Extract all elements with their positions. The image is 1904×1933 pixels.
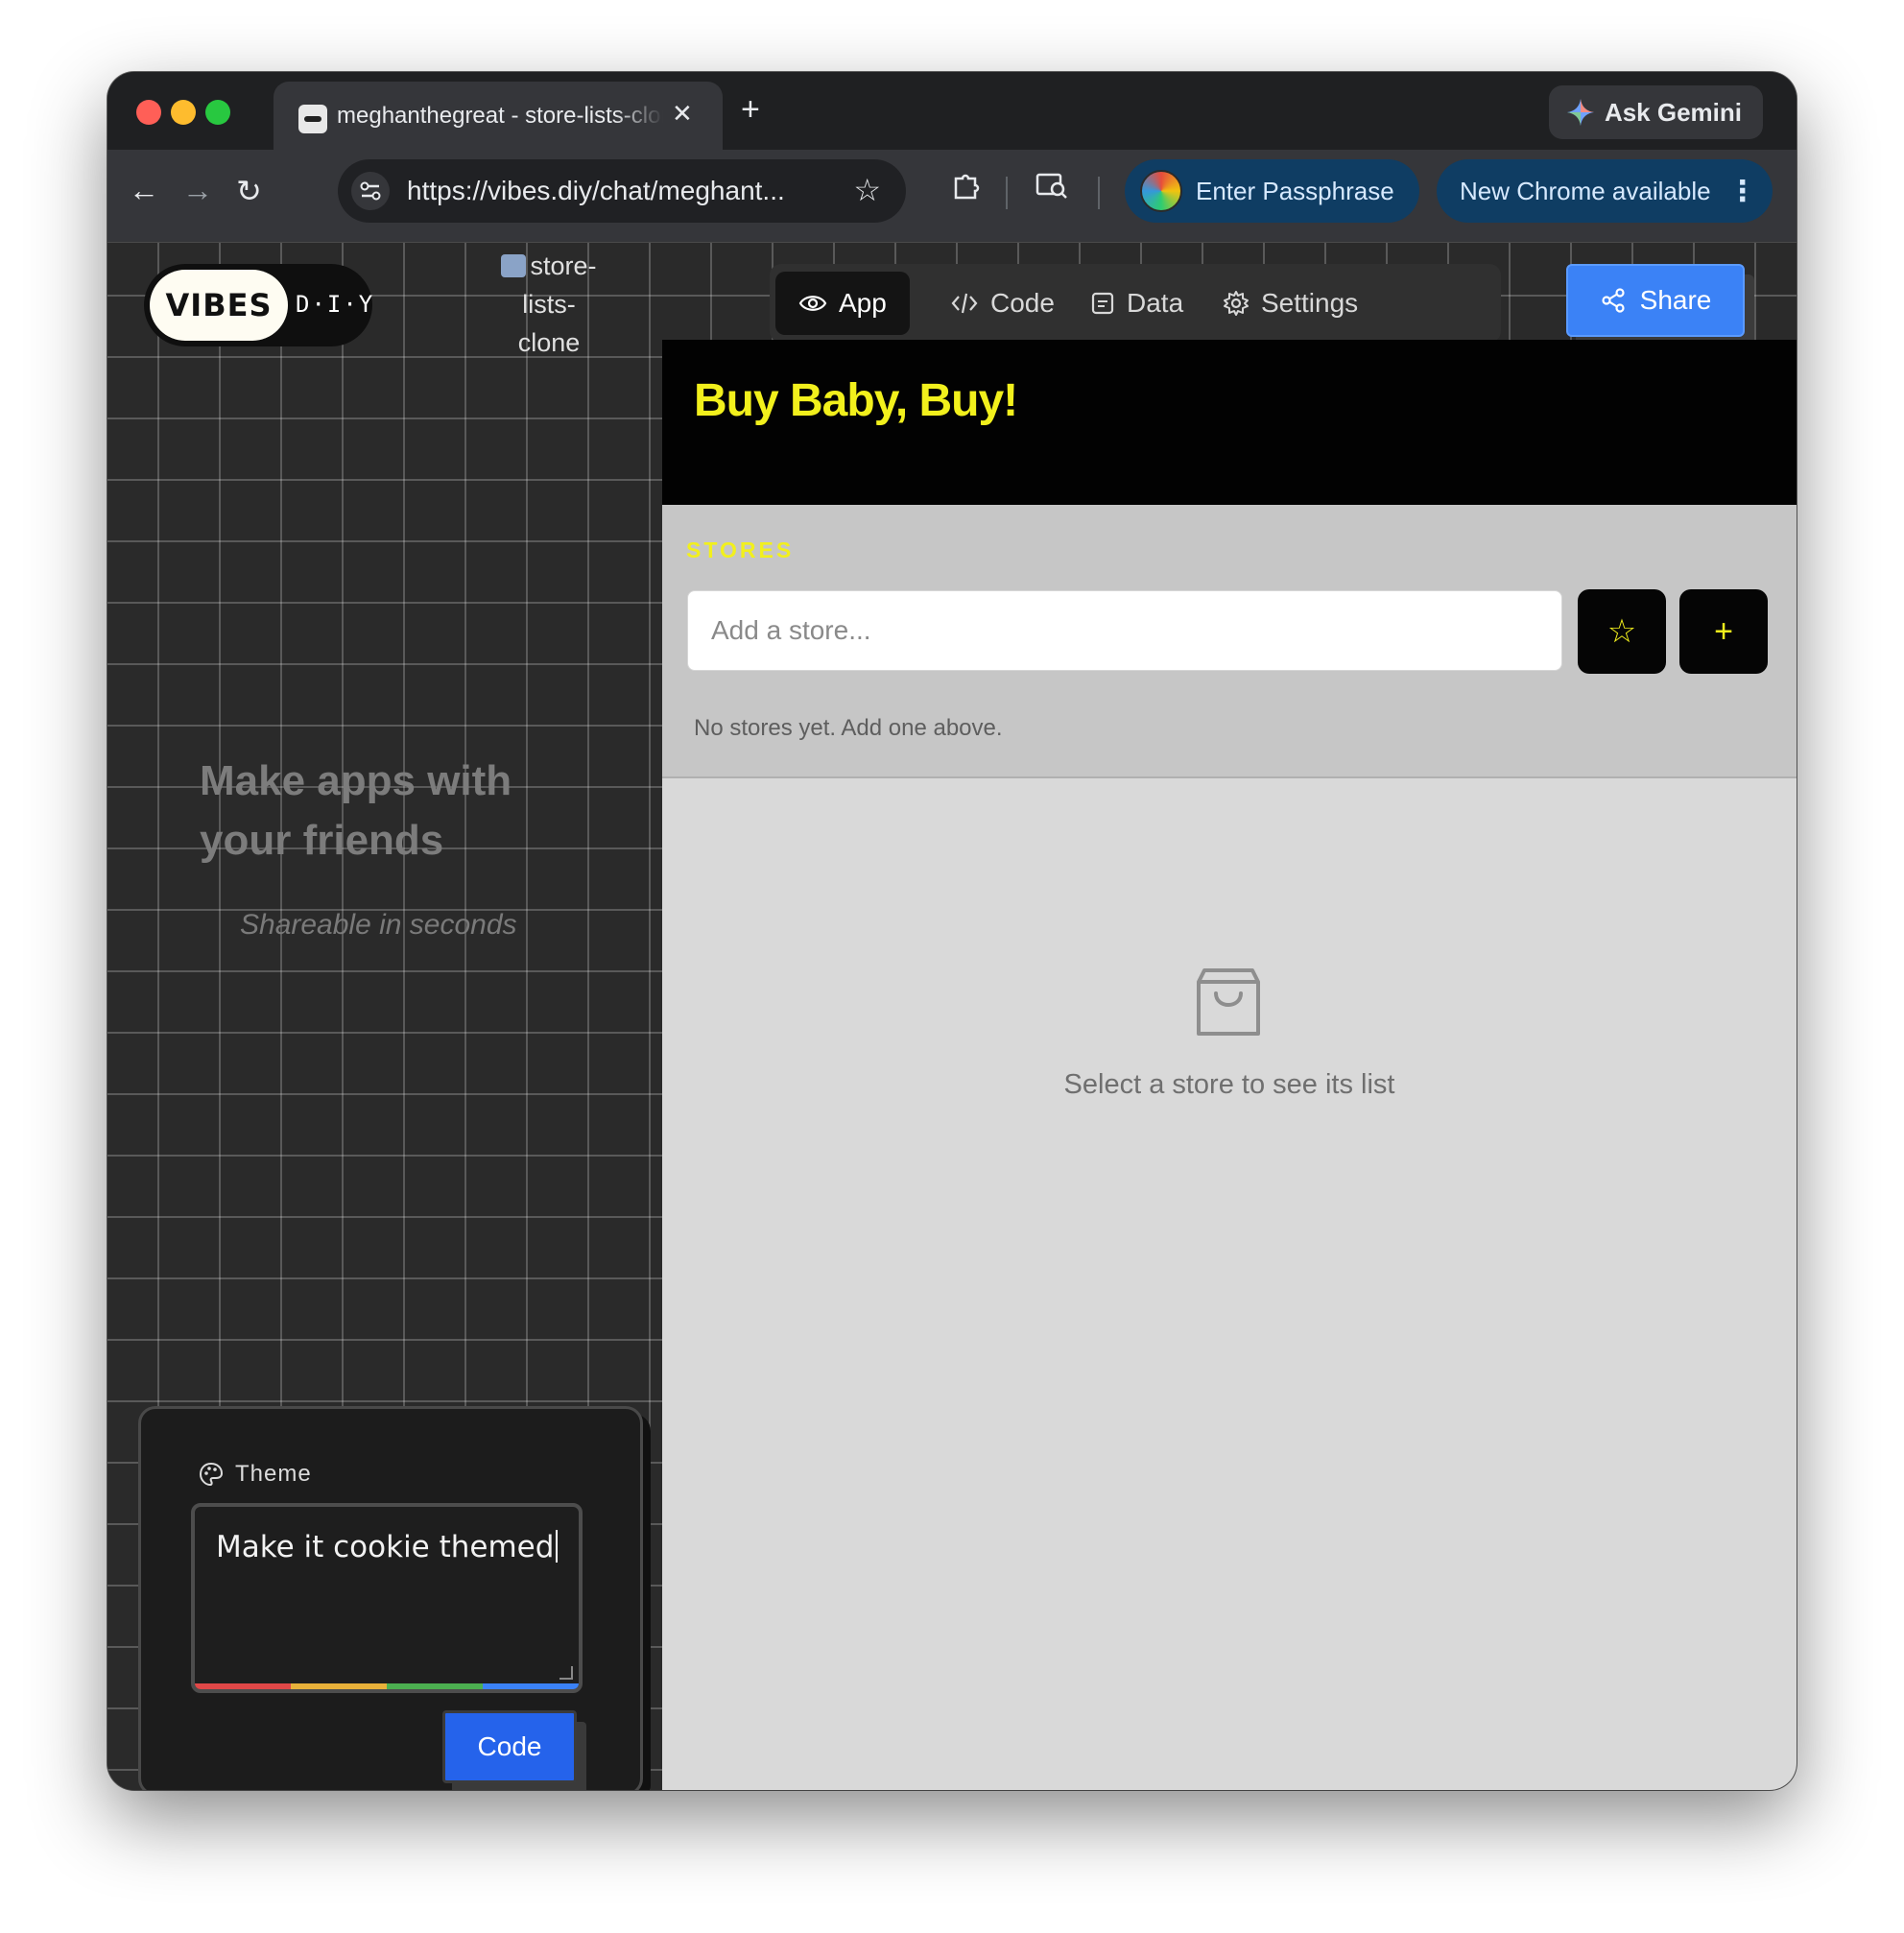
theme-panel: Theme Make it cookie themed Code <box>138 1406 643 1790</box>
browser-toolbar: ← → ↻ https://vibes.diy/chat/meghant... … <box>107 150 1797 243</box>
share-button[interactable]: Share <box>1566 264 1745 337</box>
app-title: Buy Baby, Buy! <box>694 375 1018 426</box>
tab-code-label: Code <box>990 288 1055 318</box>
favorite-star-button[interactable]: ☆ <box>1578 589 1666 674</box>
hero-subtitle: Shareable in seconds <box>240 909 517 941</box>
browser-tab[interactable]: meghanthegreat - store-lists-clone ✕ <box>274 82 723 150</box>
app-header: Buy Baby, Buy! <box>662 340 1797 505</box>
enter-passphrase-button[interactable]: Enter Passphrase <box>1125 159 1419 223</box>
rainbow-underline <box>195 1683 579 1689</box>
palette-icon <box>199 1462 224 1487</box>
stores-section: STORES Add a store... ☆ + No stores yet.… <box>662 505 1797 778</box>
extensions-icon[interactable] <box>950 169 983 209</box>
gear-icon <box>1224 291 1249 316</box>
ask-gemini-button[interactable]: Ask Gemini <box>1548 85 1763 139</box>
tab-search-icon[interactable] <box>1035 169 1069 209</box>
app-preview: Buy Baby, Buy! STORES Add a store... ☆ +… <box>662 340 1797 1790</box>
code-button[interactable]: Code <box>442 1710 577 1783</box>
enter-passphrase-label: Enter Passphrase <box>1196 176 1394 205</box>
theme-textarea[interactable]: Make it cookie themed <box>191 1503 583 1693</box>
code-icon <box>951 293 978 314</box>
reload-icon[interactable]: ↻ <box>236 173 262 209</box>
empty-stores-message: No stores yet. Add one above. <box>694 715 1003 741</box>
more-menu-icon[interactable]: ⋮ <box>1728 175 1757 208</box>
tab-settings[interactable]: Settings <box>1200 272 1381 335</box>
tab-favicon-icon <box>298 105 327 133</box>
resize-handle-icon[interactable] <box>559 1666 573 1680</box>
add-store-input[interactable]: Add a store... <box>687 590 1562 671</box>
tab-data[interactable]: Data <box>1067 272 1206 335</box>
theme-value: Make it cookie themed <box>216 1530 555 1564</box>
address-bar[interactable]: https://vibes.diy/chat/meghant... ☆ <box>338 159 906 223</box>
back-arrow-icon[interactable]: ← <box>129 173 159 208</box>
vibes-logo[interactable]: VIBES D·I·Y <box>144 264 372 346</box>
tab-app[interactable]: App <box>775 272 910 335</box>
tab-title: meghanthegreat - store-lists-clone <box>337 103 663 129</box>
maximize-window-button[interactable] <box>205 100 230 125</box>
toolbar-divider <box>1098 177 1100 209</box>
shuffle-icon <box>501 254 527 277</box>
bookmark-star-icon[interactable]: ☆ <box>853 172 881 208</box>
site-settings-icon[interactable] <box>351 172 390 210</box>
theme-text: Make it cookie themed <box>216 1530 559 1564</box>
data-icon <box>1091 292 1114 315</box>
view-tabs: App Code Data Settings <box>770 264 1501 343</box>
theme-label: Theme <box>199 1461 312 1488</box>
gemini-icon <box>1566 99 1594 126</box>
text-caret <box>556 1530 559 1563</box>
shopping-bag-icon <box>1197 968 1260 1036</box>
tab-app-label: App <box>839 288 887 318</box>
new-chrome-available-button[interactable]: New Chrome available ⋮ <box>1437 159 1773 223</box>
tab-data-label: Data <box>1127 288 1184 318</box>
eye-icon <box>798 296 827 311</box>
new-chrome-label: New Chrome available <box>1460 176 1711 205</box>
tab-code[interactable]: Code <box>927 272 1078 335</box>
hero-title: Make apps with your friends <box>200 757 512 864</box>
stores-heading: STORES <box>686 537 795 562</box>
tab-close-icon[interactable]: ✕ <box>672 99 693 129</box>
browser-window: meghanthegreat - store-lists-clone ✕ + A… <box>107 72 1797 1790</box>
new-tab-button[interactable]: + <box>741 91 760 129</box>
select-store-message: Select a store to see its list <box>1063 1069 1395 1100</box>
toolbar-divider <box>1006 177 1008 209</box>
close-window-button[interactable] <box>136 100 161 125</box>
url-text: https://vibes.diy/chat/meghant... <box>407 176 785 205</box>
project-title-text: store-lists-clone <box>517 251 597 357</box>
vibes-page: VIBES D·I·Y store-lists-clone App Code D… <box>107 243 1797 1790</box>
tab-settings-label: Settings <box>1261 288 1359 318</box>
minimize-window-button[interactable] <box>171 100 196 125</box>
theme-label-text: Theme <box>235 1461 312 1487</box>
share-icon <box>1602 288 1625 313</box>
logo-sub-text: D·I·Y <box>296 291 375 318</box>
profile-avatar-icon <box>1140 170 1182 212</box>
ask-gemini-label: Ask Gemini <box>1604 97 1742 127</box>
project-title: store-lists-clone <box>491 247 607 362</box>
add-store-button[interactable]: + <box>1679 589 1768 674</box>
logo-main-text: VIBES <box>150 270 288 341</box>
share-label: Share <box>1639 285 1712 315</box>
forward-arrow-icon[interactable]: → <box>182 173 213 208</box>
tab-strip: meghanthegreat - store-lists-clone ✕ + A… <box>107 72 1797 150</box>
